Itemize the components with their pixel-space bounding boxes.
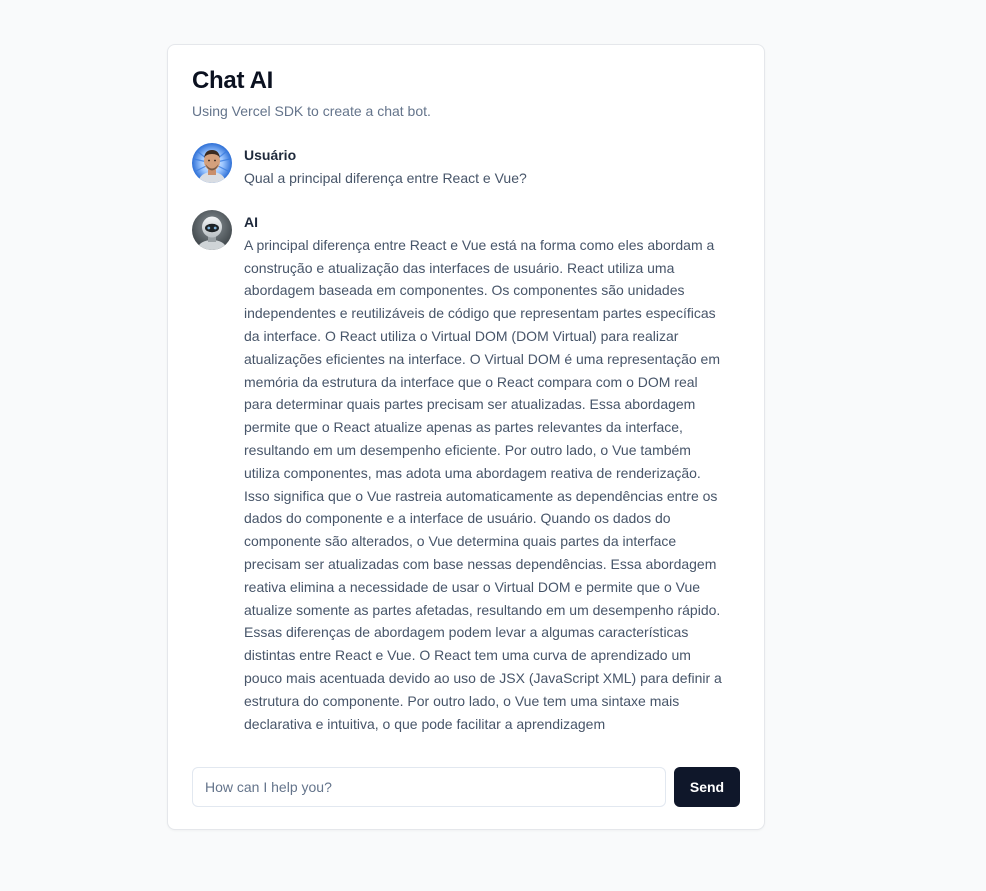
message-list[interactable]: Usuário Qual a principal diferença entre… [192, 143, 740, 745]
page-title: Chat AI [192, 67, 274, 94]
message-ai: AI A principal diferença entre React e V… [192, 209, 740, 736]
message-text: Qual a principal diferença entre React e… [244, 170, 527, 186]
send-button[interactable]: Send [674, 767, 740, 807]
card-header: Chat AI Using Vercel SDK to create a cha… [192, 65, 740, 121]
message-user: Usuário Qual a principal diferença entre… [192, 143, 740, 190]
chat-composer: Send [192, 767, 740, 807]
message-author: Usuário [244, 147, 297, 163]
message-author: AI [244, 213, 258, 230]
chat-input[interactable] [192, 767, 666, 807]
chat-card: Chat AI Using Vercel SDK to create a cha… [167, 44, 765, 830]
message-text: A principal diferença entre React e Vue … [244, 236, 722, 732]
page-subtitle: Using Vercel SDK to create a chat bot. [192, 103, 431, 119]
ai-avatar [192, 209, 232, 250]
user-avatar [192, 143, 232, 183]
